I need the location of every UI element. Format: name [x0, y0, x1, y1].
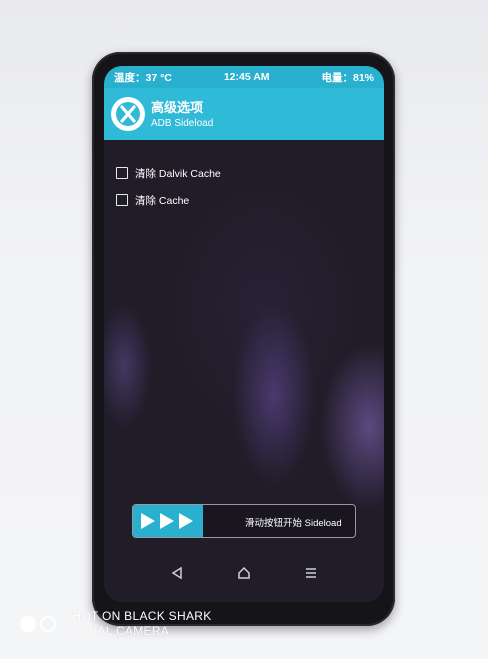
home-icon[interactable]: [237, 566, 251, 580]
triple-arrow-icon: [141, 513, 193, 529]
page-header: 高级选项 ADB Sideload: [104, 88, 384, 140]
option-wipe-cache[interactable]: 清除 Cache: [116, 192, 189, 208]
clock: 12:45 AM: [223, 71, 270, 83]
watermark-line-2: AI DUAL CAMERA: [64, 624, 170, 638]
option-wipe-dalvik[interactable]: 清除 Dalvik Cache: [116, 165, 221, 181]
swipe-slider[interactable]: 滑动按钮开始 Sideload: [132, 504, 356, 538]
watermark-ring-icon: [40, 616, 56, 632]
temperature-readout: 温度：37 °C: [114, 71, 172, 84]
battery-readout: 电量：81%: [321, 71, 374, 84]
option-label: 清除 Dalvik Cache: [135, 167, 221, 180]
watermark-text: SHOT ON BLACK SHARK AI DUAL CAMERA: [64, 609, 212, 639]
slider-label: 滑动按钮开始 Sideload: [245, 518, 342, 529]
menu-icon[interactable]: [304, 566, 318, 580]
status-bar: 温度：37 °C 12:45 AM 电量：81%: [104, 66, 384, 88]
checkbox-icon[interactable]: [116, 194, 128, 206]
slider-handle[interactable]: [133, 505, 203, 537]
page-subtitle: ADB Sideload: [151, 118, 214, 129]
watermark-dot-icon: [20, 616, 36, 632]
camera-watermark: SHOT ON BLACK SHARK AI DUAL CAMERA: [20, 609, 212, 639]
back-triangle-icon[interactable]: [170, 566, 184, 580]
device-screen: 温度：37 °C 12:45 AM 电量：81% 高级选项 ADB Sidelo…: [104, 66, 384, 602]
option-label: 清除 Cache: [135, 194, 190, 207]
twrp-logo-icon: [111, 97, 145, 131]
checkbox-icon[interactable]: [116, 167, 128, 179]
page-title: 高级选项: [151, 100, 204, 115]
watermark-line-1: SHOT ON BLACK SHARK: [64, 609, 212, 623]
navigation-bar: [104, 558, 384, 588]
